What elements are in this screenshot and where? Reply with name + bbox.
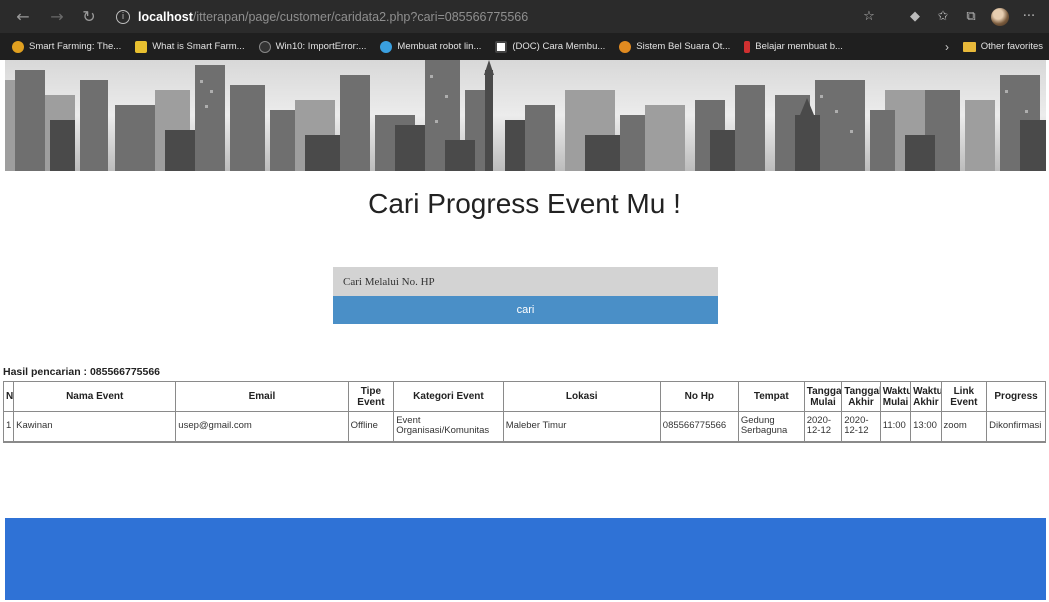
bookmarks-overflow-chevron-icon[interactable]: ›	[945, 40, 949, 54]
search-button[interactable]: cari	[333, 296, 718, 324]
cell-tipe-event: Offline	[347, 411, 395, 443]
table-header-row: No Nama Event Email Tipe Event Kategori …	[2, 381, 1046, 412]
cell-lokasi: Maleber Timur	[502, 411, 661, 443]
more-menu-icon[interactable]: ···	[1015, 6, 1043, 28]
column-header: Tanggal Mulai	[803, 381, 843, 412]
folder-icon	[962, 41, 976, 52]
document-icon	[495, 40, 508, 53]
column-header: Tipe Event	[347, 381, 395, 412]
collections-icon[interactable]: ⧉	[957, 6, 985, 28]
bookmark-label: What is Smart Farm...	[152, 41, 245, 52]
column-header: Email	[175, 381, 349, 412]
column-header: Progress	[986, 381, 1046, 412]
column-header: Kategori Event	[393, 381, 504, 412]
bookmark-item[interactable]: Smart Farming: The...	[12, 40, 122, 53]
phone-search-input[interactable]	[333, 267, 718, 296]
bookmark-item[interactable]: Belajar membuat b...	[744, 40, 843, 53]
bookmark-favicon-icon	[12, 40, 24, 53]
bookmarks-bar: Smart Farming: The... What is Smart Farm…	[0, 33, 1049, 60]
column-header: No	[2, 381, 15, 412]
column-header: Waktu Akhir	[910, 381, 942, 412]
address-bar[interactable]: i localhost/itterapan/page/customer/cari…	[116, 5, 816, 29]
other-favorites-folder[interactable]: Other favorites	[962, 41, 1043, 52]
bookmark-favicon-icon	[135, 40, 148, 53]
github-icon	[258, 40, 271, 53]
favorites-icon[interactable]: ✩	[929, 6, 957, 28]
bookmark-item[interactable]: Win10: ImportError:...	[258, 40, 367, 53]
extension-icon[interactable]: ◆	[901, 6, 929, 28]
cell-waktu-mulai: 11:00	[879, 411, 912, 443]
results-table: No Nama Event Email Tipe Event Kategori …	[2, 381, 1046, 443]
page-footer	[5, 518, 1046, 600]
page-title: Cari Progress Event Mu !	[368, 188, 681, 219]
cell-waktu-akhir: 13:00	[910, 411, 942, 443]
bookmark-item[interactable]: What is Smart Farm...	[135, 40, 245, 53]
cell-tempat: Gedung Serbaguna	[737, 411, 805, 443]
column-header: Link Event	[940, 381, 988, 412]
forward-arrow-icon[interactable]: →	[46, 6, 68, 28]
table-row: 1 Kawinan usep@gmail.com Offline Event O…	[2, 411, 1046, 443]
cell-kategori-event: Event Organisasi/Komunitas	[393, 411, 504, 443]
cell-nama-event: Kawinan	[13, 411, 177, 443]
url-host: localhost	[138, 9, 193, 24]
cell-tanggal-akhir: 2020-12-12	[841, 411, 881, 443]
bookmark-item[interactable]: Membuat robot lin...	[380, 40, 482, 53]
bookmark-label: Membuat robot lin...	[397, 41, 482, 52]
url-path: /itterapan/page/customer/caridata2.php?c…	[192, 9, 529, 24]
bookmark-item[interactable]: (DOC) Cara Membu...	[495, 40, 606, 53]
city-skyline-banner	[5, 60, 1046, 171]
cell-email: usep@gmail.com	[175, 411, 349, 443]
column-header: Waktu Mulai	[879, 381, 912, 412]
column-header: Lokasi	[502, 381, 661, 412]
bookmark-label: Win10: ImportError:...	[275, 41, 367, 52]
bookmark-label: (DOC) Cara Membu...	[512, 41, 606, 52]
search-result-label: Hasil pencarian : 085566775566	[3, 366, 161, 378]
bookmark-favicon-icon	[619, 40, 632, 53]
bookmark-favicon-icon	[744, 40, 751, 53]
bookmark-label: Smart Farming: The...	[29, 41, 122, 52]
bookmark-favicon-icon	[380, 40, 393, 53]
other-favorites-label: Other favorites	[980, 41, 1043, 52]
bookmark-label: Sistem Bel Suara Ot...	[636, 41, 731, 52]
bookmark-item[interactable]: Sistem Bel Suara Ot...	[619, 40, 731, 53]
browser-toolbar: ← → ↻ i localhost/itterapan/page/custome…	[0, 0, 1049, 33]
column-header: Tanggal Akhir	[841, 381, 881, 412]
reload-icon[interactable]: ↻	[78, 6, 100, 28]
bookmark-label: Belajar membuat b...	[755, 41, 843, 52]
cell-no-hp: 085566775566	[659, 411, 739, 443]
column-header: Nama Event	[13, 381, 177, 412]
cell-link-event[interactable]: zoom	[940, 411, 988, 443]
cell-progress: Dikonfirmasi	[986, 411, 1046, 443]
back-arrow-icon[interactable]: ←	[12, 6, 34, 28]
cell-no: 1	[2, 411, 15, 443]
column-header: Tempat	[737, 381, 805, 412]
info-icon[interactable]: i	[116, 9, 130, 24]
profile-avatar[interactable]	[991, 7, 1009, 26]
cell-tanggal-mulai: 2020-12-12	[803, 411, 843, 443]
column-header: No Hp	[659, 381, 739, 412]
favorite-star-icon[interactable]: ☆	[855, 6, 883, 28]
skyline-image	[5, 60, 1046, 171]
